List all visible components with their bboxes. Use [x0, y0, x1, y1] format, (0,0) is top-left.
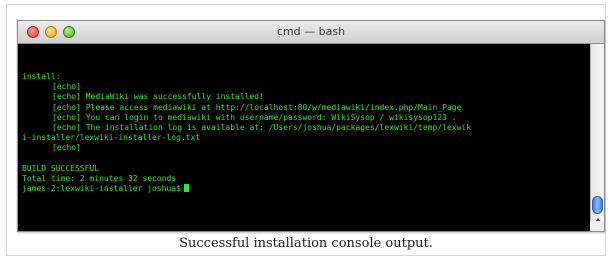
vertical-scrollbar[interactable]	[590, 44, 604, 231]
scrollbar-thumb[interactable]	[592, 196, 603, 214]
terminal-line: [echo] Please access mediawiki at http:/…	[52, 102, 462, 112]
window-title: cmd — bash	[276, 25, 346, 38]
terminal-lines: install: [echo] [echo] MediaWiki was suc…	[22, 72, 471, 194]
figure-caption: Successful installation console output.	[179, 236, 433, 251]
terminal-line: [echo]	[52, 143, 81, 153]
resize-grip[interactable]	[590, 221, 604, 231]
terminal-line: i-installer/lexwiki-installer-log.txt	[22, 133, 201, 143]
terminal-line: BUILD SUCCESSFUL	[22, 163, 100, 173]
terminal-window: cmd — bash install: [echo] [echo] MediaW…	[17, 20, 605, 232]
terminal-line: Total time: 2 minutes 32 seconds	[22, 173, 177, 183]
terminal-cursor	[183, 184, 189, 193]
terminal-line: [echo] You can login to mediawiki with u…	[52, 112, 457, 122]
terminal-line: [echo] The installation log is available…	[52, 122, 472, 132]
terminal-line: [echo]	[52, 82, 81, 92]
terminal-line: [echo] MediaWiki was successfully instal…	[52, 92, 264, 102]
terminal-prompt: james-2:lexwiki-installer joshua$	[22, 184, 181, 194]
terminal-output[interactable]: install: [echo] [echo] MediaWiki was suc…	[18, 44, 590, 231]
window-titlebar[interactable]: cmd — bash	[18, 21, 604, 44]
terminal-prompt-line[interactable]: james-2:lexwiki-installer joshua$	[22, 184, 471, 194]
terminal-line: install:	[22, 72, 61, 81]
